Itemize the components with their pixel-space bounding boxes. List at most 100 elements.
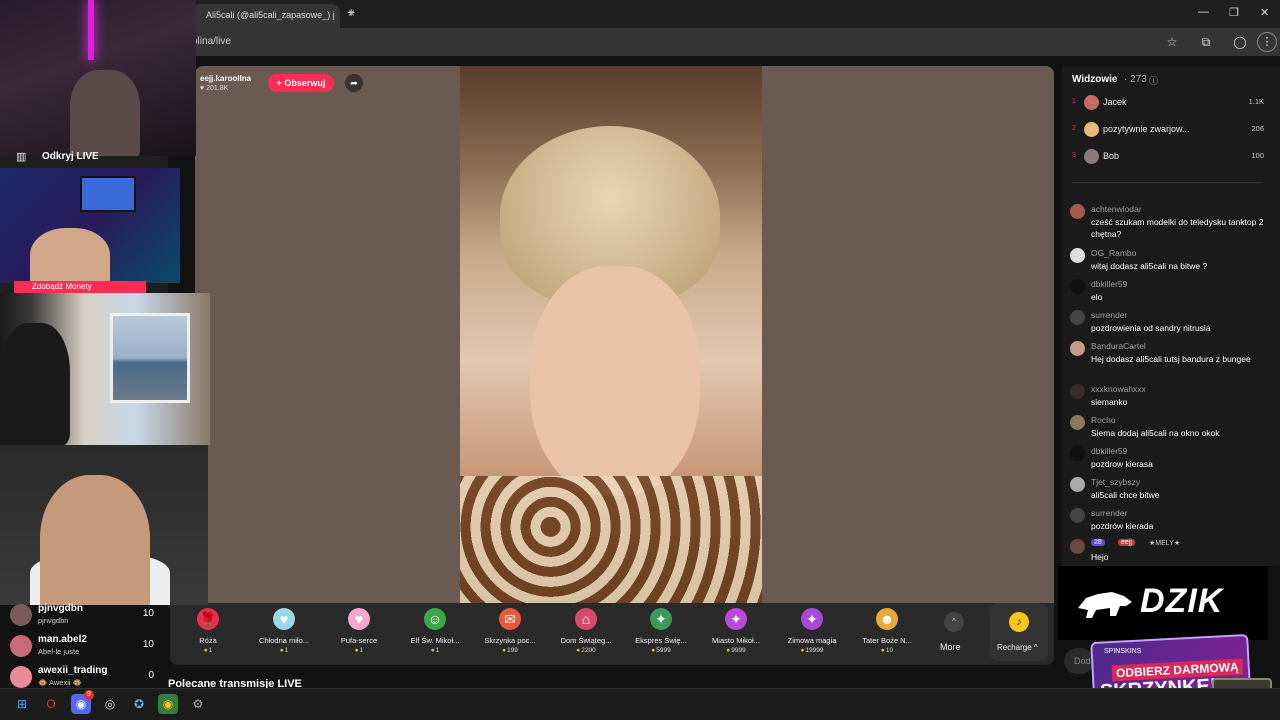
window-view — [110, 313, 190, 403]
info-icon[interactable]: ⓘ — [1149, 74, 1158, 87]
opera-icon[interactable]: O — [41, 694, 61, 714]
gift-icon: ✦ — [725, 608, 747, 630]
coin-icon: ♪ — [1009, 612, 1029, 632]
top-viewer-row[interactable]: 3 Bob 100 — [1070, 148, 1270, 168]
chat-text: witaj dodasz ali5cali na bitwe ? — [1091, 261, 1208, 271]
gift-icon: ✦ — [801, 608, 823, 630]
gift-item[interactable]: ♥ Chłodna miło... 1 — [249, 608, 319, 660]
chat-text: ali5cali chce bitwe — [1091, 490, 1160, 500]
chat-text: cześć szukam modelki do teledysku tankto… — [1091, 217, 1264, 239]
avatar — [1070, 446, 1085, 461]
neon-light — [88, 0, 94, 60]
steam-icon[interactable]: ✪ — [129, 694, 149, 714]
share-icon[interactable]: ➦ — [345, 74, 363, 92]
gift-price: 1 — [324, 647, 394, 654]
live-video[interactable] — [460, 66, 762, 603]
gift-price: 1 — [173, 647, 243, 654]
gift-price: 1 — [249, 647, 319, 654]
gift-item[interactable]: ✦ Ekspres Świę... 5999 — [626, 608, 696, 660]
minimize-icon[interactable]: — — [1198, 6, 1209, 18]
gift-price: 2200 — [551, 647, 621, 654]
webcam-1 — [0, 0, 196, 156]
close-window-icon[interactable]: ✕ — [1260, 6, 1269, 19]
gift-item[interactable]: ☺ Elf Św. Mikoł... 1 — [400, 608, 470, 660]
avatar — [1084, 95, 1099, 110]
gift-name: Pufa-serce — [340, 636, 378, 645]
url-text[interactable]: olina/live — [192, 36, 231, 47]
settings-icon[interactable]: ⚙ — [188, 694, 208, 714]
webcam-person — [0, 323, 70, 445]
gift-item[interactable]: ♥ Pufa-serce 1 — [324, 608, 394, 660]
gift-name: Ekspres Świę... — [635, 636, 687, 645]
webcam-person — [40, 475, 150, 605]
gift-price: 5999 — [626, 647, 696, 654]
gift-item[interactable]: ✉ Skrzynka poc... 199 — [475, 608, 545, 660]
tab-active[interactable]: Ali5cali (@ali5cali_zapasowe_) j — [192, 4, 340, 28]
star-icon[interactable]: ☆ — [1163, 33, 1181, 51]
gift-name: Tater Boże N... — [862, 636, 912, 645]
gift-more-button[interactable]: More — [940, 642, 961, 652]
viewer-score: 100 — [1251, 151, 1264, 160]
windows-start-icon[interactable]: ⊞ — [12, 694, 32, 714]
gift-price: 9999 — [701, 647, 771, 654]
boar-icon — [1078, 592, 1132, 618]
profile-icon[interactable]: ◯ — [1231, 33, 1249, 51]
chat-text: pozdrów kierada — [1091, 521, 1154, 531]
avatar — [10, 635, 32, 657]
browser-menu-icon[interactable]: ⋮ — [1257, 32, 1277, 52]
gift-item[interactable]: ☻ Tater Boże N... 10 — [852, 608, 922, 660]
get-coins-label[interactable]: Zdobądź Monety — [14, 281, 146, 293]
fan-badge: eejj — [1118, 539, 1135, 546]
chat-username: dbkiller59 — [1091, 279, 1128, 289]
chat-username: Rocho — [1091, 415, 1116, 425]
maximize-icon[interactable]: ❐ — [1229, 6, 1239, 19]
chat-username: dbkiller59 — [1091, 446, 1128, 456]
chrome-icon[interactable]: ◉ — [158, 694, 178, 714]
gift-icon: ✉ — [499, 608, 521, 630]
gift-name: Elf Św. Mikoł... — [410, 636, 460, 645]
top-viewer-row[interactable]: 2 pozytywnie zwarjow... 206 — [1070, 121, 1270, 141]
discover-live-label[interactable]: Odkryj LIVE — [42, 151, 99, 162]
viewers-count: · 273 — [1124, 74, 1147, 85]
webcam-2 — [0, 168, 180, 283]
obs-icon[interactable]: ◎ — [100, 694, 120, 714]
webcam-person — [30, 228, 110, 283]
top-viewer-row[interactable]: 1 Jacek 1.1K — [1070, 94, 1270, 114]
new-tab-button[interactable]: + — [347, 4, 355, 20]
follow-button[interactable]: + Obserwuj — [268, 74, 334, 92]
tab-title: Ali5cali (@ali5cali_zapasowe_) j — [206, 10, 335, 20]
gift-price: 10 — [852, 647, 922, 654]
list-item-subtitle: 🐵 Awexii 🐵 — [38, 678, 82, 687]
gift-item[interactable]: ✦ Miasto Mikoł... 9999 — [701, 608, 771, 660]
gift-icon: ♥ — [273, 608, 295, 630]
viewer-rank: 2 — [1072, 125, 1076, 132]
avatar — [1070, 415, 1085, 430]
chat-username: surrender — [1091, 310, 1128, 320]
avatar — [1070, 248, 1085, 263]
streamer-name[interactable]: eejj.karoollna — [200, 74, 251, 83]
chat-input[interactable]: Dod — [1064, 648, 1094, 674]
webcam-4 — [0, 445, 208, 605]
gift-item[interactable]: ✦ Zimowa magia 19999 — [777, 608, 847, 660]
gift-icon: 🌹 — [197, 608, 219, 630]
list-item[interactable]: pjnvgdbn pjnvgdbn 10 — [8, 602, 160, 630]
list-item-subtitle: pjnvgdbn — [38, 616, 69, 625]
avatar — [1070, 279, 1085, 294]
gift-price: 19999 — [777, 647, 847, 654]
gift-name: Chłodna miło... — [258, 636, 310, 645]
extensions-icon[interactable]: ⧉ — [1197, 33, 1215, 51]
list-item[interactable]: man.abel2 Abel-le juste 10 — [8, 633, 160, 661]
gift-expand-icon[interactable]: ^ — [944, 612, 964, 632]
chat-username: OG_Rambo — [1091, 248, 1137, 258]
webcam-person — [70, 70, 140, 156]
chat-username: xxxknowahxxx — [1091, 384, 1146, 394]
gift-price: 1 — [400, 647, 470, 654]
avatar — [1070, 310, 1085, 325]
chat-username: achtenwlodar — [1091, 204, 1142, 214]
gift-item[interactable]: 🌹 Róża 1 — [173, 608, 243, 660]
gift-item[interactable]: ⌂ Dom Świąteg... 2200 — [551, 608, 621, 660]
recharge-button[interactable]: Recharge ^ — [997, 643, 1038, 652]
viewer-score: 206 — [1251, 124, 1264, 133]
streamer-likes: ♥ 201.8K — [200, 85, 229, 92]
avatar — [1070, 477, 1085, 492]
